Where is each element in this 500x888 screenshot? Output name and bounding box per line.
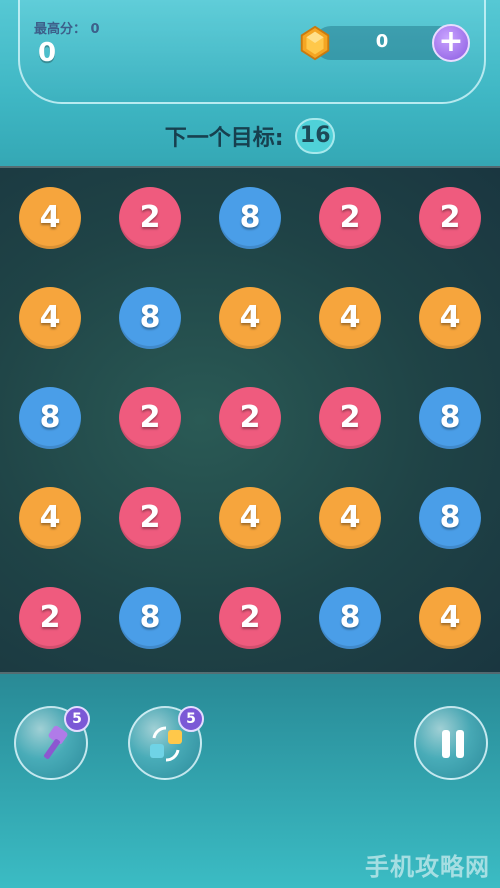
add-gems-button[interactable]: + [432, 24, 470, 62]
tile-r3-c2[interactable]: 2 [119, 387, 181, 449]
tile-r5-c2[interactable]: 8 [119, 587, 181, 649]
gem-icon [300, 25, 330, 61]
hammer-icon [44, 725, 68, 759]
watermark: 手机攻略网 [365, 853, 490, 881]
plus-icon: + [438, 24, 464, 59]
swap-count-badge: 5 [178, 706, 204, 732]
tile-r3-c3[interactable]: 2 [219, 387, 281, 449]
tile-r5-c1[interactable]: 2 [19, 587, 81, 649]
tile-r2-c4[interactable]: 4 [319, 287, 381, 349]
gem-count: 0 [375, 31, 389, 52]
tile-r1-c4[interactable]: 2 [319, 187, 381, 249]
tile-r5-c5[interactable]: 4 [419, 587, 481, 649]
next-target-label: 下一个目标: [164, 126, 284, 151]
tile-r1-c3[interactable]: 8 [219, 187, 281, 249]
tile-r4-c1[interactable]: 4 [19, 487, 81, 549]
tile-r1-c2[interactable]: 2 [119, 187, 181, 249]
tile-r4-c3[interactable]: 4 [219, 487, 281, 549]
tile-r4-c2[interactable]: 2 [119, 487, 181, 549]
best-score: 最高分： 0 [34, 18, 100, 37]
current-score: 0 [38, 38, 57, 68]
tile-r2-c5[interactable]: 4 [419, 287, 481, 349]
best-score-value: 0 [90, 22, 100, 37]
best-score-label: 最高分： [34, 22, 87, 37]
tile-r2-c3[interactable]: 4 [219, 287, 281, 349]
tile-r3-c4[interactable]: 2 [319, 387, 381, 449]
tile-r4-c4[interactable]: 4 [319, 487, 381, 549]
tile-r1-c1[interactable]: 4 [19, 187, 81, 249]
next-target: 下一个目标: 16 [0, 118, 500, 154]
tile-r2-c2[interactable]: 8 [119, 287, 181, 349]
next-target-value: 16 [295, 118, 336, 154]
tile-r5-c4[interactable]: 8 [319, 587, 381, 649]
tile-r3-c5[interactable]: 8 [419, 387, 481, 449]
pause-button[interactable] [414, 706, 488, 780]
tile-r5-c3[interactable]: 2 [219, 587, 281, 649]
tile-r1-c5[interactable]: 2 [419, 187, 481, 249]
pause-icon [442, 730, 470, 762]
hammer-count-badge: 5 [64, 706, 90, 732]
tile-r2-c1[interactable]: 4 [19, 287, 81, 349]
game-board: 4282248444822284244828284 [0, 166, 500, 674]
tile-r3-c1[interactable]: 8 [19, 387, 81, 449]
tile-r4-c5[interactable]: 8 [419, 487, 481, 549]
